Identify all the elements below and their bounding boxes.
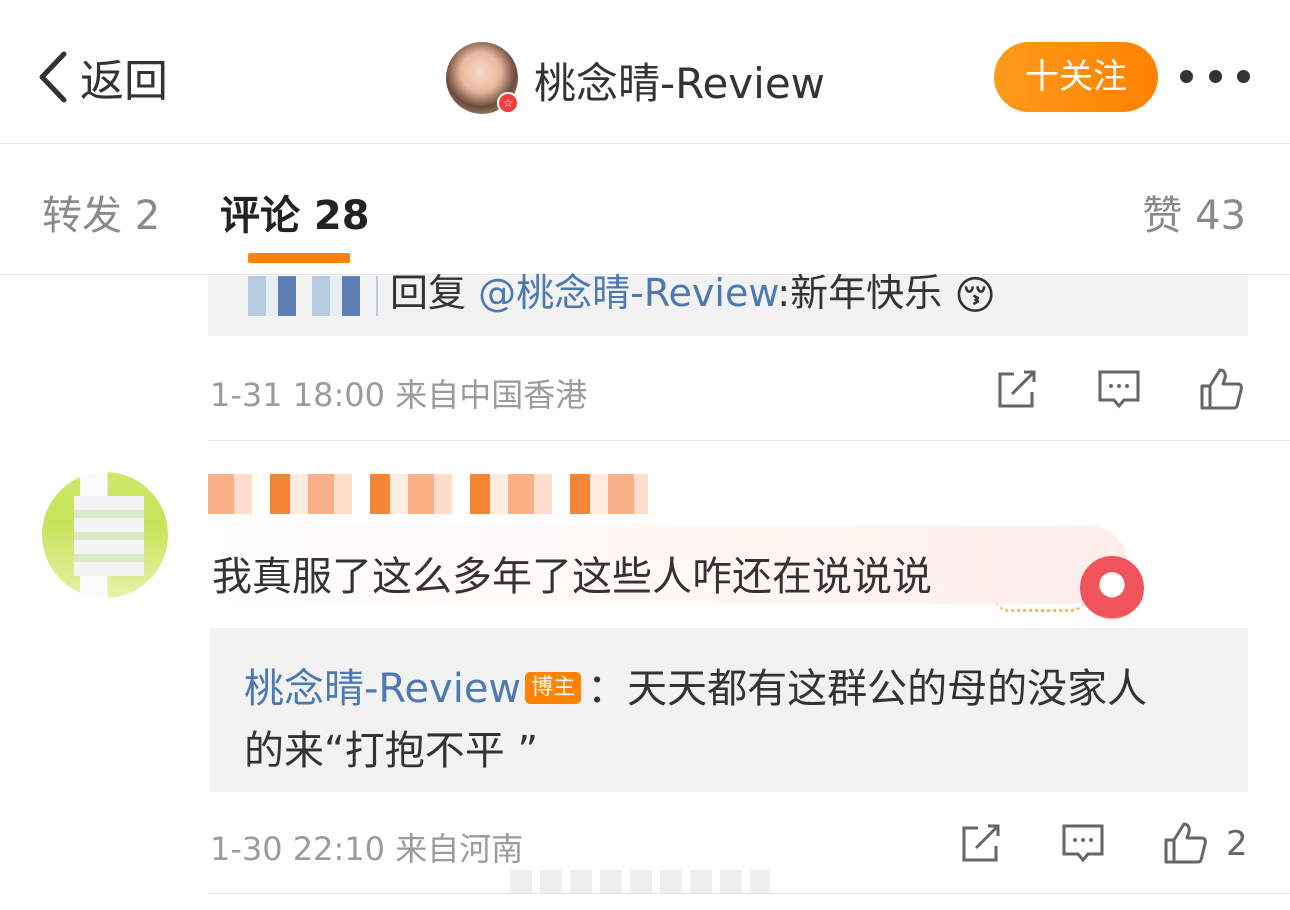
comment-icon[interactable] — [1060, 820, 1106, 866]
top-nav-bar: 返回 ☆ 桃念晴-Review 十关注 — [0, 0, 1290, 144]
kissing-face-emoji-icon: 😚 — [954, 272, 996, 319]
watermark — [510, 870, 770, 894]
reply-text-line1: ：天天都有这群公的母的没家人 — [587, 666, 1148, 712]
more-dot — [1208, 69, 1222, 83]
comment-timestamp: 1-30 22:10 — [210, 830, 386, 868]
divider — [208, 893, 1290, 894]
tab-bar: 转发 2 评论 28 赞 43 — [0, 145, 1290, 275]
more-options-icon[interactable] — [1180, 66, 1250, 86]
comment-timestamp: 1-31 18:00 — [210, 376, 386, 414]
share-icon[interactable] — [994, 366, 1040, 412]
comment-meta: 1-31 18:00 来自中国香港 — [210, 370, 587, 416]
mention-link[interactable]: @桃念晴-Review — [478, 271, 777, 315]
thumbs-up-icon[interactable] — [1198, 366, 1244, 412]
more-dot — [1237, 69, 1250, 83]
reply-preview-text: 回复 @桃念晴-Review:新年快乐 😚 — [248, 262, 996, 319]
chevron-left-icon — [39, 51, 67, 103]
comment-location: 来自中国香港 — [395, 376, 588, 414]
author-name[interactable]: 桃念晴-Review — [534, 50, 825, 111]
reply-text-line2: 的来“打抱不平 ” — [244, 728, 539, 774]
reply-author-link[interactable]: 桃念晴-Review — [244, 666, 521, 712]
more-dot — [1180, 69, 1193, 83]
share-icon[interactable] — [958, 820, 1004, 866]
bubble-decoration — [995, 598, 1085, 612]
reply-prefix: 回复 — [390, 271, 467, 315]
back-button[interactable]: 返回 — [34, 46, 168, 108]
author-badge: 博主 — [525, 672, 582, 704]
thumbs-up-icon[interactable] — [1162, 820, 1208, 866]
back-label: 返回 — [80, 56, 168, 107]
commenter-avatar[interactable] — [42, 472, 168, 598]
tab-reposts[interactable]: 转发 2 — [42, 183, 160, 241]
comment-icon[interactable] — [1096, 366, 1142, 412]
fox-sticker-icon — [1080, 556, 1144, 620]
tab-likes[interactable]: 赞 43 — [1142, 183, 1246, 241]
verified-badge-icon: ☆ — [497, 92, 519, 114]
blurred-commenter-name — [208, 474, 648, 514]
comment-text: 我真服了这么多年了这些人咋还在说说说 — [212, 554, 932, 600]
divider — [208, 440, 1290, 441]
like-count: 2 — [1226, 824, 1248, 864]
blurred-username — [248, 275, 378, 316]
tab-comments[interactable]: 评论 28 — [220, 183, 370, 241]
author-reply-line: 桃念晴-Review 博主 ：天天都有这群公的母的没家人 — [244, 656, 1147, 714]
follow-button[interactable]: 十关注 — [994, 42, 1158, 112]
reply-text: :新年快乐 — [777, 271, 943, 315]
comment-location: 来自河南 — [395, 830, 524, 868]
comment-meta: 1-30 22:10 来自河南 — [210, 824, 523, 870]
